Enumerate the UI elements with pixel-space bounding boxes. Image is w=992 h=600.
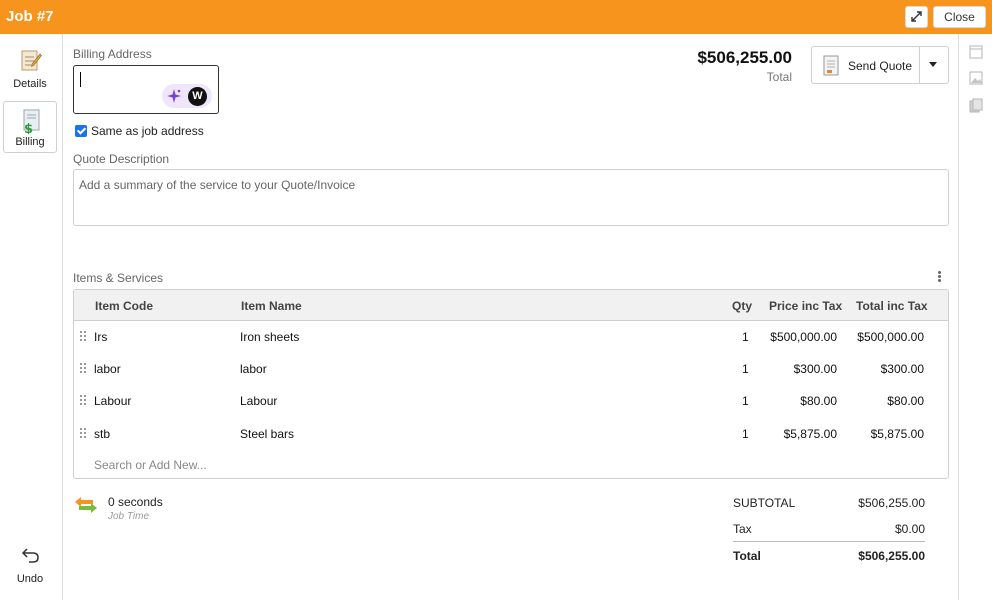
tax-value: $0.00 bbox=[894, 522, 925, 536]
cell-qty: 1 bbox=[742, 394, 749, 408]
nav-billing-label: Billing bbox=[15, 136, 45, 148]
col-total[interactable]: Total inc Tax bbox=[856, 299, 928, 313]
cell-code: Labour bbox=[94, 394, 132, 408]
same-as-job-checkbox[interactable]: Same as job address bbox=[75, 124, 204, 138]
cell-price: $80.00 bbox=[800, 394, 837, 408]
tax-row: Tax $0.00 bbox=[733, 520, 925, 542]
same-as-job-label: Same as job address bbox=[91, 124, 204, 138]
grand-total-value: $506,255.00 bbox=[858, 549, 925, 563]
quote-description-label: Quote Description bbox=[73, 152, 170, 166]
quote-description-input[interactable]: Add a summary of the service to your Quo… bbox=[73, 169, 949, 226]
cell-total: $5,875.00 bbox=[870, 427, 924, 441]
sparkle-icon bbox=[167, 89, 181, 103]
grand-total-row: Total $506,255.00 bbox=[733, 547, 925, 569]
billing-address-input[interactable]: W bbox=[73, 65, 219, 114]
billing-address-label: Billing Address bbox=[73, 47, 152, 61]
close-button[interactable]: Close bbox=[933, 6, 986, 28]
items-table: Item Code Item Name Qty Price inc Tax To… bbox=[73, 289, 949, 479]
cell-name: Steel bars bbox=[240, 427, 295, 441]
subtotal-value: $506,255.00 bbox=[858, 496, 925, 510]
undo-arrow-icon bbox=[21, 548, 39, 563]
table-row[interactable]: labor labor 1 $300.00 $300.00 bbox=[74, 353, 948, 385]
send-quote-button[interactable]: Send Quote bbox=[811, 46, 949, 84]
copy-icon[interactable] bbox=[969, 98, 983, 113]
expand-button[interactable] bbox=[905, 6, 928, 28]
drag-handle-icon[interactable] bbox=[80, 331, 86, 342]
right-rail bbox=[958, 34, 992, 600]
window-icon[interactable] bbox=[969, 45, 983, 59]
totals-divider bbox=[733, 541, 925, 542]
cell-qty: 1 bbox=[742, 362, 749, 376]
total-label: Total bbox=[766, 70, 792, 84]
image-icon[interactable] bbox=[969, 71, 983, 85]
billing-panel: Billing Address W Same as job address $5… bbox=[63, 34, 958, 600]
send-quote-divider bbox=[919, 47, 920, 83]
expand-icon bbox=[911, 11, 922, 22]
cell-qty: 1 bbox=[742, 427, 749, 441]
table-row[interactable]: stb Steel bars 1 $5,875.00 $5,875.00 bbox=[74, 418, 948, 450]
cell-total: $500,000.00 bbox=[857, 330, 924, 344]
cell-name: Iron sheets bbox=[240, 330, 300, 344]
swap-arrows-icon bbox=[75, 497, 97, 513]
left-nav: Details $ Billing Undo bbox=[0, 34, 63, 600]
cell-name: Labour bbox=[240, 394, 278, 408]
job-timer[interactable]: 0 seconds Job Time bbox=[73, 494, 163, 522]
undo-button[interactable]: Undo bbox=[3, 542, 57, 590]
cell-total: $300.00 bbox=[880, 362, 924, 376]
nav-details[interactable]: Details bbox=[3, 42, 57, 94]
svg-text:$: $ bbox=[24, 122, 33, 134]
job-time-value: 0 seconds bbox=[108, 495, 163, 509]
cell-code: stb bbox=[94, 427, 111, 441]
cell-price: $5,875.00 bbox=[783, 427, 837, 441]
text-caret bbox=[80, 72, 81, 87]
kebab-icon[interactable] bbox=[938, 271, 942, 283]
cell-qty: 1 bbox=[742, 330, 749, 344]
subtotal-row: SUBTOTAL $506,255.00 bbox=[733, 494, 925, 516]
col-price[interactable]: Price inc Tax bbox=[769, 299, 842, 313]
dollar-document-icon: $ bbox=[23, 109, 40, 134]
drag-handle-icon[interactable] bbox=[80, 428, 86, 439]
col-item-code[interactable]: Item Code bbox=[95, 299, 153, 313]
cell-price: $500,000.00 bbox=[770, 330, 837, 344]
grand-total-label: Total bbox=[733, 549, 761, 563]
drag-handle-icon[interactable] bbox=[80, 363, 86, 374]
col-item-name[interactable]: Item Name bbox=[241, 299, 302, 313]
table-header: Item Code Item Name Qty Price inc Tax To… bbox=[74, 290, 948, 321]
items-services-heading: Items & Services bbox=[73, 271, 164, 285]
tax-label: Tax bbox=[733, 522, 752, 536]
document-icon bbox=[823, 55, 839, 76]
ai-assist-pill[interactable]: W bbox=[162, 84, 212, 108]
cell-code: labor bbox=[94, 362, 121, 376]
col-qty[interactable]: Qty bbox=[732, 299, 752, 313]
checkbox-checked[interactable] bbox=[75, 125, 87, 137]
cell-total: $80.00 bbox=[887, 394, 924, 408]
send-quote-label: Send Quote bbox=[848, 59, 913, 73]
nav-details-label: Details bbox=[13, 78, 47, 90]
cell-code: Irs bbox=[94, 330, 108, 344]
w-badge-icon[interactable]: W bbox=[188, 87, 207, 106]
cell-price: $300.00 bbox=[793, 362, 837, 376]
notepad-icon bbox=[21, 50, 42, 71]
cell-name: labor bbox=[240, 362, 267, 376]
drag-handle-icon[interactable] bbox=[80, 395, 86, 406]
quote-description-placeholder: Add a summary of the service to your Quo… bbox=[79, 178, 356, 192]
job-time-label: Job Time bbox=[108, 511, 150, 522]
nav-billing[interactable]: $ Billing bbox=[3, 101, 57, 153]
search-or-add-input[interactable]: Search or Add New... bbox=[94, 458, 207, 472]
window-title: Job #7 bbox=[6, 8, 54, 25]
subtotal-label: SUBTOTAL bbox=[733, 496, 796, 510]
title-bar: Job #7 Close bbox=[0, 0, 992, 34]
total-amount: $506,255.00 bbox=[697, 48, 792, 67]
undo-label: Undo bbox=[16, 573, 44, 585]
table-row[interactable]: Irs Iron sheets 1 $500,000.00 $500,000.0… bbox=[74, 321, 948, 353]
caret-down-icon[interactable] bbox=[929, 62, 937, 67]
table-row[interactable]: Labour Labour 1 $80.00 $80.00 bbox=[74, 385, 948, 417]
